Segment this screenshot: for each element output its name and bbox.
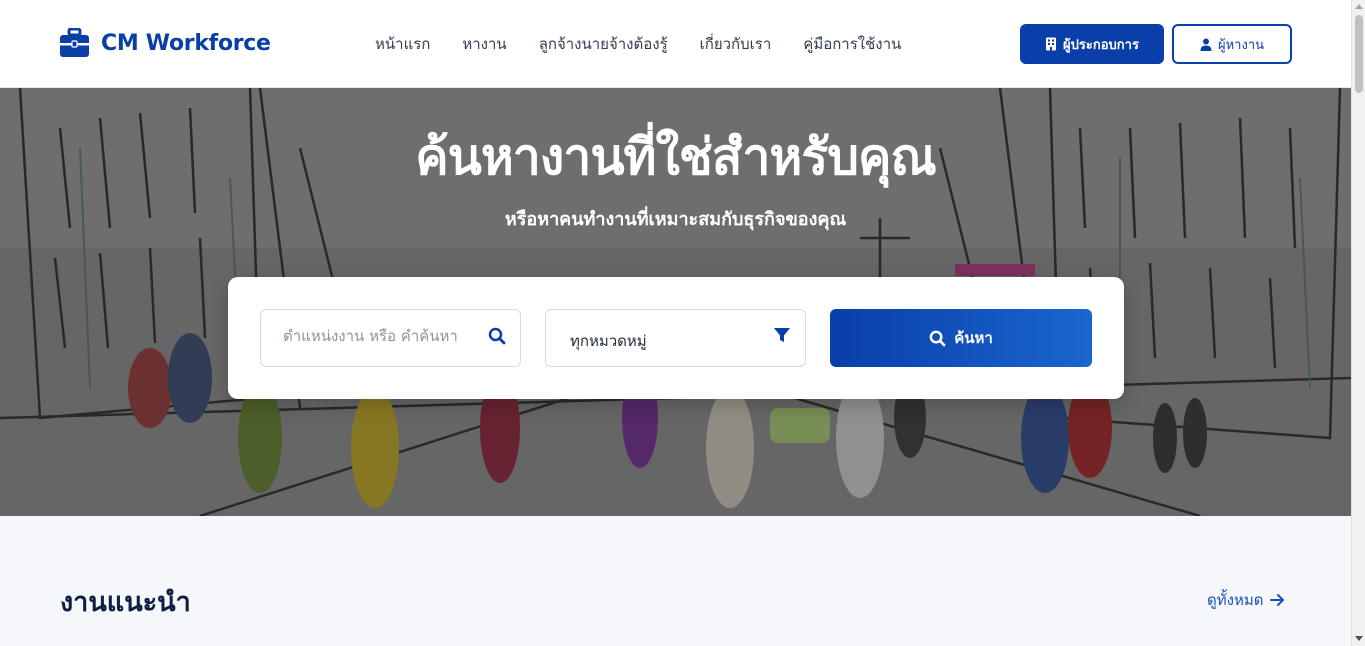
nav-item-labor-know[interactable]: ลูกจ้างนายจ้างต้องรู้ (539, 32, 668, 56)
hero-subtitle: หรือหาคนทำงานที่เหมาะสมกับธุรกิจของคุณ (504, 209, 847, 230)
scroll-up-arrow-icon[interactable] (1355, 4, 1363, 9)
arrow-right-icon (1270, 594, 1285, 606)
briefcase-icon (60, 28, 89, 57)
top-navbar: CM Workforce หน้าแรก หางาน ลูกจ้างนายจ้า… (0, 0, 1351, 88)
category-select-value: ทุกหมวดหมู่ (570, 332, 647, 350)
building-icon (1046, 37, 1057, 51)
nav-item-manual[interactable]: คู่มือการใช้งาน (803, 32, 901, 56)
scroll-down-arrow-icon[interactable] (1355, 636, 1363, 641)
brand-name: CM Workforce (101, 30, 271, 56)
jobseeker-button[interactable]: ผู้หางาน (1172, 24, 1292, 64)
view-all-link[interactable]: ดูทั้งหมด (1207, 588, 1285, 612)
main-nav: หน้าแรก หางาน ลูกจ้างนายจ้างต้องรู้ เกี่… (375, 32, 901, 56)
jobseeker-button-label: ผู้หางาน (1217, 37, 1265, 53)
recommended-jobs-title: งานแนะนำ (60, 587, 191, 618)
nav-item-home[interactable]: หน้าแรก (375, 32, 430, 56)
page-scrollbar[interactable] (1351, 0, 1365, 646)
search-button-label: ค้นหา (954, 329, 993, 347)
user-icon (1200, 38, 1212, 51)
employer-button[interactable]: ผู้ประกอบการ (1020, 24, 1164, 64)
keyword-search-input[interactable] (283, 327, 483, 345)
employer-button-label: ผู้ประกอบการ (1063, 37, 1139, 53)
category-select[interactable]: ทุกหมวดหมู่ (545, 309, 806, 367)
search-button[interactable]: ค้นหา (830, 309, 1092, 367)
search-icon (929, 330, 946, 346)
filter-icon (774, 328, 790, 342)
view-all-label: ดูทั้งหมด (1207, 591, 1264, 609)
brand-logo[interactable]: CM Workforce (59, 28, 271, 58)
hero-title: ค้นหางานที่ใช่สำหรับคุณ (415, 128, 937, 186)
job-search-panel: ทุกหมวดหมู่ ค้นหา (228, 277, 1124, 399)
nav-item-about[interactable]: เกี่ยวกับเรา (700, 32, 772, 56)
nav-item-find-jobs[interactable]: หางาน (462, 32, 506, 56)
hero-banner: ค้นหางานที่ใช่สำหรับคุณ หรือหาคนทำงานที่… (0, 88, 1351, 516)
keyword-search-field[interactable] (260, 309, 521, 367)
scrollbar-thumb[interactable] (1355, 15, 1363, 93)
search-icon (488, 327, 506, 345)
